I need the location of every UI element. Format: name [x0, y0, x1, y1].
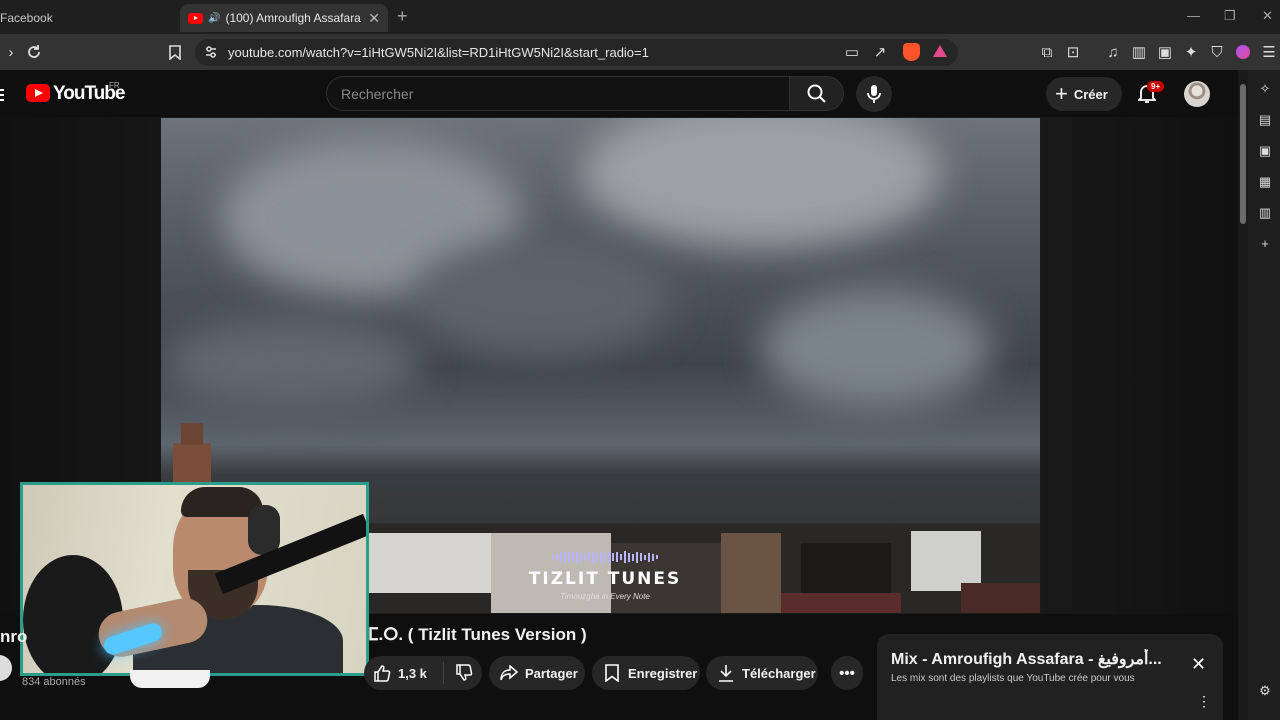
thumbs-down-icon[interactable] — [454, 663, 474, 683]
youtube-logo-icon[interactable] — [26, 84, 50, 102]
more-actions-button[interactable]: ••• — [831, 656, 863, 690]
like-count: 1,3 k — [398, 665, 427, 681]
search-input[interactable]: Rechercher — [326, 76, 790, 111]
headphones-icon — [248, 505, 280, 555]
bookmark-icon[interactable] — [166, 43, 184, 61]
share-page-icon[interactable]: ↗ — [871, 43, 889, 61]
menu-icon[interactable]: ☰ — [1260, 43, 1278, 61]
restore-icon[interactable]: ❐ — [1224, 8, 1236, 24]
vpn-shield-icon[interactable]: ⛉ — [1208, 43, 1226, 61]
more-vertical-icon[interactable]: ⋮ — [1197, 693, 1211, 710]
tizlit-tunes-logo: TIZLIT TUNES Timouzgha in Every Note — [500, 550, 710, 601]
download-label: Télécharger — [742, 665, 816, 681]
youtube-favicon-icon — [188, 12, 203, 24]
guide-menu-icon[interactable] — [0, 86, 4, 104]
profile-icon[interactable] — [1234, 43, 1252, 61]
tab-label: (100) Amroufigh Assafara - ﺃﻣ — [225, 11, 365, 25]
voice-search-button[interactable] — [856, 76, 892, 112]
search-button[interactable] — [789, 76, 844, 111]
bookmarks-sidebar-icon[interactable]: ▦ — [1257, 174, 1273, 190]
add-sidebar-icon[interactable]: + — [1257, 236, 1273, 252]
create-label: Créer — [1073, 86, 1108, 102]
wallet-icon[interactable]: ▣ — [1156, 43, 1174, 61]
share-icon — [499, 663, 519, 683]
share-label: Partager — [525, 665, 578, 681]
url-text: youtube.com/watch?v=1iHtGW5Ni2I&list=RD1… — [228, 45, 649, 60]
like-button[interactable]: 1,3 k — [364, 662, 444, 684]
plus-icon: + — [1055, 81, 1068, 106]
sidebar-toggle-icon[interactable]: ▥ — [1130, 43, 1148, 61]
save-label: Enregistrer — [628, 665, 698, 681]
region-code: FR — [109, 81, 120, 90]
browser-sidebar — [1248, 70, 1280, 720]
wallet-sidebar-icon[interactable]: ▣ — [1257, 143, 1273, 159]
tab-facebook[interactable]: Facebook — [0, 4, 178, 32]
mix-subtitle: Les mix sont des playlists que YouTube c… — [891, 673, 1135, 684]
search-icon — [807, 84, 826, 103]
webcam-overlay — [20, 482, 369, 676]
tab-youtube[interactable]: 🔊 (100) Amroufigh Assafara - ﺃﻣ ✕ — [180, 4, 388, 32]
like-dislike-group: 1,3 k — [364, 656, 482, 690]
ai-assistant-icon[interactable]: ✧ — [1257, 81, 1273, 97]
bookmark-icon — [602, 663, 622, 683]
close-window-icon[interactable]: ✕ — [1262, 8, 1273, 24]
download-icon — [716, 663, 736, 683]
logo-subtitle: Timouzgha in Every Note — [560, 592, 650, 601]
forward-icon[interactable]: › — [2, 43, 20, 61]
subscribe-button[interactable] — [130, 670, 210, 688]
cast-icon[interactable]: ▭ — [843, 43, 861, 61]
notification-badge: 9+ — [1147, 81, 1165, 92]
thumbs-up-icon — [372, 663, 392, 683]
microphone-icon — [867, 85, 881, 103]
mix-title[interactable]: Mix - Amroufigh Assafara - أمروفيغ... — [891, 649, 1176, 669]
scrollbar-thumb[interactable] — [1240, 84, 1246, 224]
reload-icon[interactable] — [25, 43, 43, 61]
close-tab-icon[interactable]: ✕ — [368, 10, 380, 27]
account-avatar[interactable] — [1184, 81, 1210, 107]
logo-title: TIZLIT TUNES — [528, 569, 682, 589]
extensions-icon[interactable]: ⧉ — [1038, 43, 1056, 61]
gear-icon[interactable]: ⚙ — [1257, 683, 1273, 699]
speaker-icon: 🔊 — [208, 12, 221, 24]
video-title: ⵎ.ⵔ. ( Tizlit Tunes Version ) — [368, 625, 587, 644]
music-icon[interactable]: ♫ — [1104, 43, 1122, 61]
brave-rewards-icon[interactable] — [933, 45, 947, 57]
reading-list-icon[interactable]: ▥ — [1257, 205, 1273, 221]
minimize-icon[interactable]: — — [1187, 8, 1200, 23]
download-button[interactable]: Télécharger — [706, 656, 818, 690]
subscriber-count: 834 abonnés — [22, 676, 86, 688]
news-icon[interactable]: ▤ — [1257, 112, 1273, 128]
tab-label: Facebook — [0, 11, 53, 25]
close-icon[interactable]: ✕ — [1191, 654, 1206, 675]
ai-sparkle-icon[interactable]: ✦ — [1182, 43, 1200, 61]
site-settings-icon[interactable] — [204, 45, 218, 62]
video-title-fragment: nro — [0, 627, 28, 646]
brave-shields-icon[interactable] — [903, 43, 920, 61]
share-button[interactable]: Partager — [489, 656, 585, 690]
save-button[interactable]: Enregistrer — [592, 656, 700, 690]
new-tab-button[interactable]: + — [397, 6, 408, 27]
create-button[interactable]: + Créer — [1046, 77, 1122, 111]
more-horizontal-icon: ••• — [839, 664, 855, 682]
audio-wave-icon — [500, 550, 710, 564]
screenshot-icon[interactable]: ⊡ — [1064, 43, 1082, 61]
